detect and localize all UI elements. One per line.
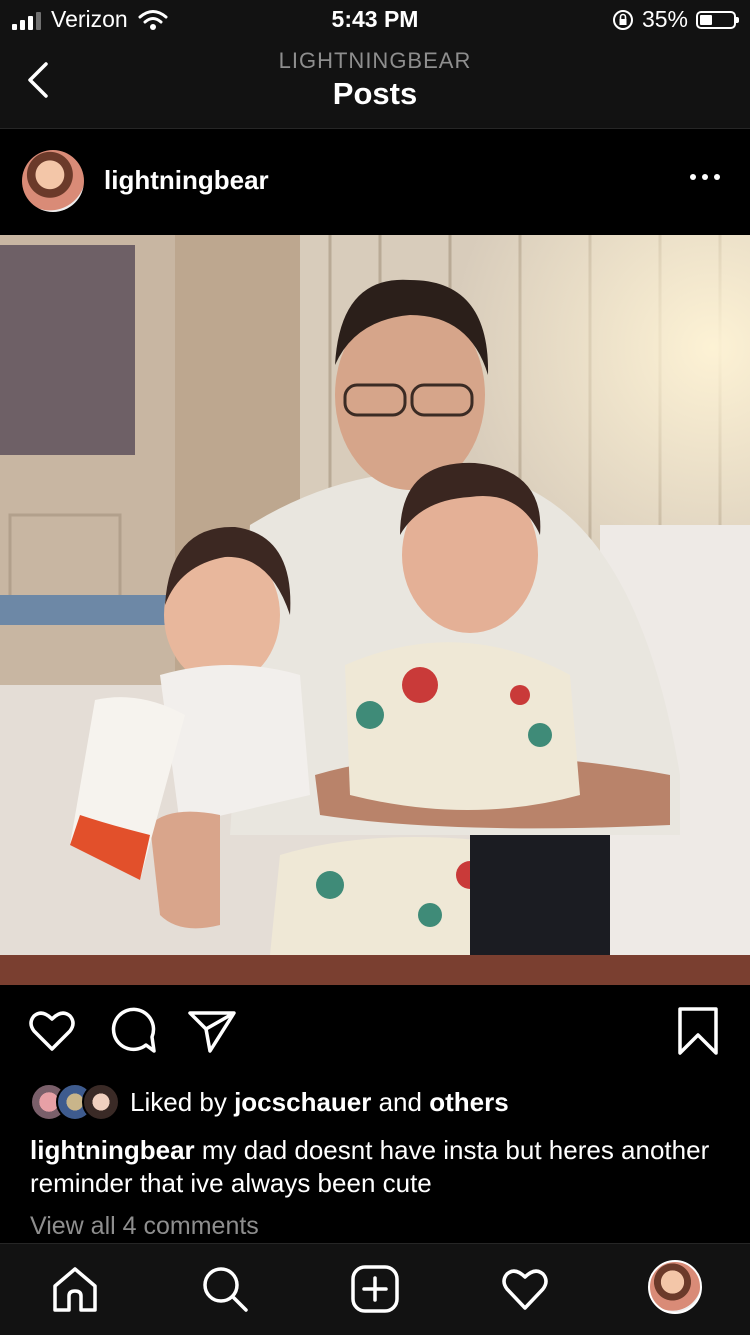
post-caption: lightningbear my dad doesnt have insta b…: [30, 1134, 720, 1200]
plus-square-icon[interactable]: [350, 1264, 400, 1314]
caption-username[interactable]: lightningbear: [30, 1135, 195, 1165]
battery-icon: [696, 10, 739, 29]
post-photo[interactable]: [0, 235, 750, 985]
photo-illustration: [0, 235, 750, 985]
view-comments-link[interactable]: View all 4 comments: [30, 1212, 259, 1241]
avatar[interactable]: [22, 150, 84, 212]
heart-icon[interactable]: [26, 1005, 78, 1057]
likes-row[interactable]: Liked by jocschauer and others: [30, 1082, 509, 1122]
page-title: Posts: [332, 76, 418, 111]
comment-icon[interactable]: [106, 1005, 158, 1057]
post-username[interactable]: lightningbear: [104, 165, 269, 196]
nav-header: LIGHTNINGBEAR Posts: [0, 40, 750, 129]
likes-text: Liked by jocschauer and others: [130, 1086, 509, 1117]
search-icon[interactable]: [200, 1264, 250, 1314]
likes-others[interactable]: others: [429, 1087, 508, 1117]
liker-avatar: [82, 1083, 120, 1121]
send-icon[interactable]: [186, 1005, 238, 1057]
post-header: lightningbear: [0, 129, 750, 235]
more-horizontal-icon[interactable]: [688, 167, 722, 187]
liker-username[interactable]: jocschauer: [234, 1087, 371, 1117]
battery-percent: 35%: [641, 6, 688, 32]
profile-tab-avatar[interactable]: [648, 1260, 702, 1314]
post-actions: [0, 1005, 750, 1065]
profile-name: LIGHTNINGBEAR: [278, 48, 472, 73]
status-bar: Verizon 5:43 PM 35%: [0, 0, 750, 40]
activity-heart-icon[interactable]: [500, 1264, 550, 1314]
tab-bar: [0, 1243, 750, 1335]
orientation-lock-icon: [612, 9, 633, 30]
home-icon[interactable]: [50, 1264, 100, 1314]
bookmark-icon[interactable]: [672, 1005, 724, 1057]
status-right: 35%: [612, 6, 739, 33]
